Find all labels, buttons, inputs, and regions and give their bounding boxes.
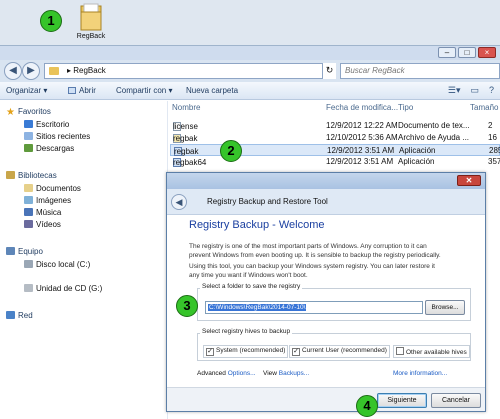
regback-folder-desktop-icon[interactable]: RegBack (72, 2, 110, 42)
checkbox-checked-icon: ✓ (206, 348, 214, 356)
sidebar-item-musica[interactable]: Música (24, 208, 61, 217)
pictures-icon (24, 196, 33, 204)
file-row[interactable]: regbak 12/10/2012 5:36 AM Archivo de Ayu… (170, 132, 500, 144)
more-info-row: More information... (393, 370, 447, 377)
other-hives-checkbox[interactable]: Other available hives (393, 345, 470, 358)
column-header-type[interactable]: Tipo (398, 103, 413, 112)
current-user-hive-checkbox[interactable]: ✓ Current User (recommended) (289, 345, 390, 358)
documents-icon (24, 184, 33, 192)
file-row[interactable]: license 12/9/2012 12:22 AM Documento de … (170, 120, 500, 132)
open-button[interactable]: Abrir (68, 86, 96, 95)
downloads-icon (24, 144, 33, 152)
music-icon (24, 208, 33, 216)
desktop-strip: RegBack (0, 0, 500, 45)
callout-1: 1 (40, 10, 62, 32)
sidebar-item-disco-local[interactable]: Disco local (C:) (24, 260, 90, 269)
close-icon[interactable]: × (478, 47, 496, 58)
refresh-icon[interactable]: ↻ (322, 63, 336, 79)
recent-places-icon (24, 132, 33, 140)
view-options-icon[interactable]: ☰▾ (448, 85, 461, 96)
desktop-icon (24, 120, 33, 128)
new-folder-button[interactable]: Nueva carpeta (186, 86, 238, 95)
checkbox-empty-icon (396, 347, 404, 355)
intro-paragraph: The registry is one of the most importan… (189, 243, 441, 259)
folder-icon (49, 67, 59, 75)
star-icon: ★ (6, 107, 15, 118)
organize-button[interactable]: Organizar ▾ (6, 86, 47, 95)
sidebar-item-sitios-recientes[interactable]: Sitios recientes (24, 132, 90, 141)
sidebar-item-videos[interactable]: Vídeos (24, 220, 61, 229)
system-hive-checkbox[interactable]: ✓ System (recommended) (203, 345, 289, 358)
registry-backup-dialog: ✕ ◀ Registry Backup and Restore Tool Reg… (166, 172, 486, 412)
videos-icon (24, 220, 33, 228)
advanced-options-link-row: Advanced Options... (197, 370, 256, 377)
computer-icon (6, 247, 15, 255)
column-header-name[interactable]: Nombre (172, 103, 200, 112)
options-link[interactable]: Options... (228, 370, 256, 377)
library-icon (6, 171, 15, 179)
dialog-header: ◀ Registry Backup and Restore Tool (167, 189, 485, 215)
hard-drive-icon (24, 260, 33, 268)
usage-paragraph: Using this tool, you can backup your Win… (189, 263, 435, 279)
open-icon (68, 87, 76, 94)
desktop-folder-label: RegBack (76, 33, 106, 40)
help-icon[interactable]: ? (489, 85, 494, 96)
sidebar-item-imagenes[interactable]: Imágenes (24, 196, 71, 205)
dialog-back-icon[interactable]: ◀ (171, 194, 187, 210)
view-backups-link-row: View Backups... (263, 370, 310, 377)
command-bar: Organizar ▾ Abrir Compartir con ▾ Nueva … (0, 82, 500, 100)
dialog-frame: ✕ (167, 173, 485, 189)
forward-arrow-icon[interactable]: ▶ (22, 62, 40, 80)
sidebar-item-unidad-cd[interactable]: Unidad de CD (G:) (24, 284, 102, 293)
sidebar-item-escritorio[interactable]: Escritorio (24, 120, 69, 129)
callout-4: 4 (356, 395, 378, 417)
minimize-icon[interactable]: – (438, 47, 456, 58)
callout-2: 2 (220, 140, 242, 162)
address-bar[interactable]: ▸ RegBack (44, 63, 336, 79)
preview-pane-icon[interactable]: ▭ (470, 85, 479, 96)
network-icon (6, 311, 15, 319)
dialog-heading: Registry Backup - Welcome (189, 219, 325, 231)
backups-link[interactable]: Backups... (279, 370, 309, 377)
file-row[interactable]: regbak64 12/9/2012 3:51 AM Aplicación 35… (170, 156, 500, 168)
navigation-pane: ★ Favoritos Escritorio Sitios recientes D… (0, 101, 168, 419)
sidebar-computer[interactable]: Equipo (6, 247, 43, 256)
explorer-titlebar: – □ × (0, 46, 500, 60)
address-row: ◀ ▶ ▸ RegBack ↻ Buscar RegBack (0, 60, 500, 82)
dialog-window-title: Registry Backup and Restore Tool (207, 197, 328, 206)
cancel-button[interactable]: Cancelar (431, 393, 481, 408)
hives-group-label: Select registry hives to backup (200, 328, 293, 335)
dialog-button-bar: Siguiente Cancelar (167, 387, 485, 411)
next-button[interactable]: Siguiente (377, 393, 427, 408)
sidebar-libraries[interactable]: Bibliotecas (6, 171, 57, 180)
back-arrow-icon[interactable]: ◀ (4, 62, 22, 80)
sidebar-favorites[interactable]: ★ Favoritos (6, 107, 51, 118)
address-text: RegBack (73, 66, 106, 75)
sidebar-network[interactable]: Red (6, 311, 33, 320)
maximize-icon[interactable]: □ (458, 47, 476, 58)
dialog-close-icon[interactable]: ✕ (457, 175, 481, 186)
browse-button[interactable]: Browse... (425, 300, 465, 315)
search-input[interactable]: Buscar RegBack (340, 63, 500, 79)
column-header-date[interactable]: Fecha de modifica... (326, 103, 398, 112)
folder-path-input[interactable]: C:\Windows\RegBak\2014-07-10\ (205, 301, 423, 314)
share-button[interactable]: Compartir con ▾ (116, 86, 172, 95)
folder-group-label: Select a folder to save the registry (200, 283, 303, 290)
cd-drive-icon (24, 284, 33, 292)
column-header-size[interactable]: Tamaño (470, 103, 498, 112)
more-information-link[interactable]: More information... (393, 370, 447, 377)
checkbox-checked-icon: ✓ (292, 348, 300, 356)
sidebar-item-documentos[interactable]: Documentos (24, 184, 81, 193)
folder-icon (80, 3, 102, 31)
callout-3: 3 (176, 295, 198, 317)
sidebar-item-descargas[interactable]: Descargas (24, 144, 74, 153)
